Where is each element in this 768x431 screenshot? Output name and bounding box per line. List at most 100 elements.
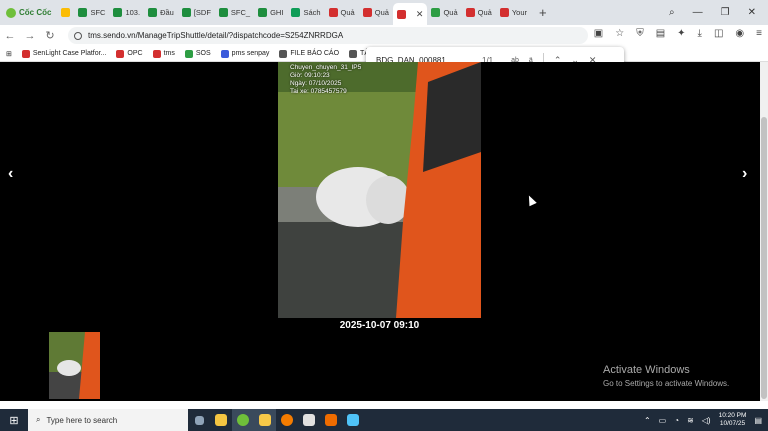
bookmark-star-icon[interactable]: ☆ <box>615 28 624 39</box>
close-tab-icon[interactable]: ✕ <box>416 9 424 20</box>
bookmark-item[interactable]: SOS <box>184 49 211 58</box>
tab-label: 103. <box>125 8 141 17</box>
bookmark-item[interactable]: pms senpay <box>220 49 269 58</box>
tab-label: SFC <box>90 8 106 17</box>
close-window-button[interactable]: ✕ <box>748 7 756 18</box>
bookmark-favicon-icon <box>220 49 229 58</box>
shield-icon[interactable]: ⛨ <box>636 28 644 39</box>
app-icon[interactable] <box>276 409 298 431</box>
scrollbar-thumb[interactable] <box>761 117 767 399</box>
photo-overlay: Chuyen_chuyen_31_IP5 Giờ: 09:10:23 Ngày:… <box>290 64 361 96</box>
puzzle-icon[interactable]: ✦ <box>677 28 685 39</box>
next-image-button[interactable]: › <box>742 165 747 183</box>
network-icon[interactable]: ◔ <box>674 416 679 425</box>
tab-favicon-icon <box>113 8 123 17</box>
browser-tab[interactable]: SFC_ <box>215 3 254 23</box>
sidebar-icon[interactable]: ◫ <box>714 28 723 39</box>
bookmark-label: SenLight Case Platfor... <box>32 50 107 57</box>
app-icon-blue[interactable] <box>342 409 364 431</box>
bookmark-item[interactable]: FILE BÁO CÁO <box>279 49 340 58</box>
browser-tab[interactable]: 103. <box>109 3 144 23</box>
tab-favicon-icon <box>218 8 228 17</box>
clock-time: 10:20 PM <box>718 412 747 419</box>
sticky-notes-icon[interactable] <box>254 409 276 431</box>
toolbar-icons: ▣ ☆ ⛨ ▤ ✦ ⤓ ◫ ◉ ≡ <box>594 28 762 39</box>
forward-button[interactable]: → <box>20 30 40 42</box>
tab-label: GHI <box>270 8 284 17</box>
tab-label: SFC_ <box>230 8 251 17</box>
browser-tab[interactable]: Đầu <box>144 3 178 23</box>
bookmark-label: OPC <box>127 50 143 57</box>
browser-tab[interactable]: Sách <box>287 3 324 23</box>
bookmark-item[interactable]: tms <box>152 49 175 58</box>
site-info-icon[interactable] <box>74 31 82 40</box>
browser-tab[interactable]: Quả <box>325 3 359 23</box>
drive-tab[interactable] <box>57 3 74 23</box>
bookmark-item[interactable]: SenLight Case Platfor... <box>21 49 107 58</box>
volume-icon[interactable]: ◁) <box>702 416 711 425</box>
app-icon-orange[interactable] <box>320 409 342 431</box>
tab-label: [SDF <box>193 8 211 17</box>
coccoc-icon <box>6 7 16 18</box>
url-field[interactable]: tms.sendo.vn/ManageTripShuttle/detail/?d… <box>68 27 588 44</box>
browser-tab[interactable]: ✕ <box>392 3 428 25</box>
profile-icon[interactable]: ◉ <box>735 28 744 39</box>
wifi-icon[interactable]: ≋ <box>687 416 694 425</box>
taskbar-search-placeholder: Type here to search <box>46 415 118 425</box>
tray-chevron-icon[interactable]: ⌃ <box>644 416 651 425</box>
tab-search-icon[interactable]: ⌕ <box>669 7 675 18</box>
prev-image-button[interactable]: ‹ <box>8 165 13 183</box>
browser-tab[interactable]: Quả <box>359 3 393 23</box>
tab-label: Your <box>511 8 527 17</box>
maximize-button[interactable]: ❐ <box>721 7 730 18</box>
browser-tab[interactable]: GHI <box>254 3 287 23</box>
bookmark-favicon-icon <box>152 49 161 58</box>
tab-label: Quả <box>477 8 492 17</box>
tab-label: Sách <box>303 8 321 17</box>
bookmark-item[interactable]: OPC <box>116 49 143 58</box>
tab-favicon-icon <box>78 8 88 17</box>
clock[interactable]: 10:20 PM 10/07/25 <box>719 412 747 428</box>
page-scrollbar[interactable] <box>760 62 768 401</box>
notification-icon[interactable]: ▤ <box>754 416 762 425</box>
overlay-line: Giờ: 09:10:23 <box>290 72 330 79</box>
apps-icon[interactable]: ⊞ <box>6 50 12 58</box>
coccoc-taskbar-icon[interactable] <box>232 409 254 431</box>
bookmark-favicon-icon <box>21 49 30 58</box>
clock-date: 10/07/25 <box>719 420 746 427</box>
browser-tab[interactable]: [SDF <box>178 3 215 23</box>
download-icon[interactable]: ⤓ <box>698 28 702 39</box>
tab-favicon-icon <box>396 9 406 19</box>
browser-tab[interactable]: SFC <box>74 3 109 23</box>
mouse-cursor <box>525 193 537 207</box>
extension-icon[interactable]: ▤ <box>656 28 665 39</box>
folder-icon <box>279 49 288 58</box>
image-viewer: ‹ › Chuyen_chuyen_31_IP5 Giờ: 09:10:23 N… <box>0 62 760 401</box>
taskbar-search[interactable]: ⌕ Type here to search <box>28 409 188 431</box>
photo-thumbnail[interactable] <box>49 332 100 399</box>
tab-label: Đầu <box>160 8 174 17</box>
tab-favicon-icon <box>291 8 301 17</box>
battery-icon[interactable]: ▭ <box>659 416 667 425</box>
photo-caption: 2025-10-07 09:10 <box>339 320 420 331</box>
file-explorer-icon[interactable] <box>210 409 232 431</box>
new-tab-button[interactable]: + <box>531 5 555 20</box>
browser-tab[interactable]: Your <box>496 3 531 23</box>
page-icon[interactable]: ▣ <box>594 28 603 39</box>
browser-tab[interactable]: Quả <box>462 3 496 23</box>
tab-favicon-icon <box>499 8 509 17</box>
minimize-button[interactable]: — <box>693 7 703 18</box>
task-view-icon[interactable] <box>188 409 210 431</box>
back-button[interactable]: ← <box>0 30 20 42</box>
browser-brand: Cốc Cốc <box>19 8 52 17</box>
bookmark-label: FILE BÁO CÁO <box>290 50 340 57</box>
windows-start-icon[interactable]: ⊞ <box>0 414 28 427</box>
reload-button[interactable]: ↻ <box>40 29 60 42</box>
tab-favicon-icon <box>258 8 268 17</box>
menu-icon[interactable]: ≡ <box>756 28 762 39</box>
bookmark-label: SOS <box>195 50 211 57</box>
tab-favicon-icon <box>431 8 441 17</box>
mail-app-icon[interactable] <box>298 409 320 431</box>
browser-tab[interactable]: Quả <box>427 3 461 23</box>
tab-label: Quả <box>374 8 389 17</box>
